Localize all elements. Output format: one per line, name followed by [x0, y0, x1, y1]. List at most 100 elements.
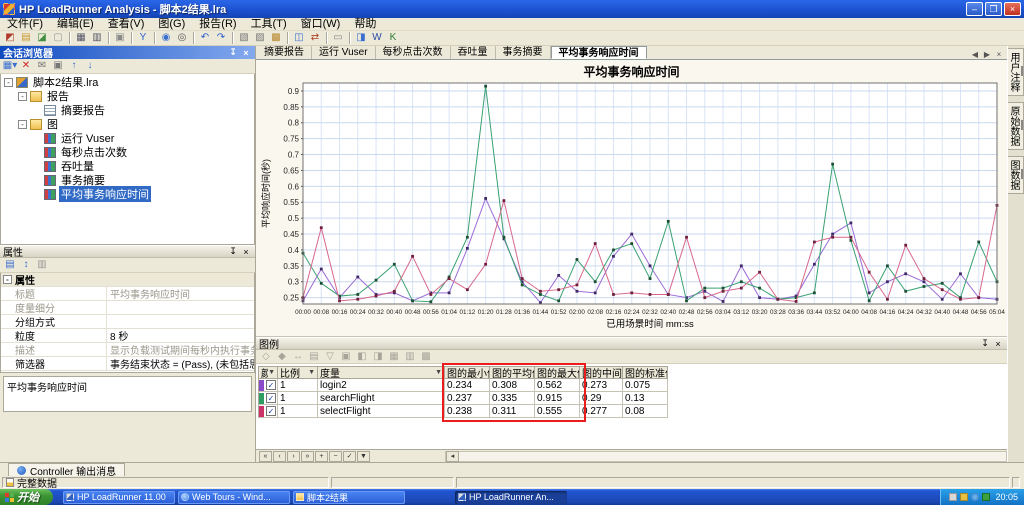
- series-visible-checkbox[interactable]: ✓: [266, 380, 276, 390]
- collapse-icon[interactable]: -: [18, 92, 27, 101]
- update-tray-icon[interactable]: [960, 493, 968, 501]
- tree-item-throughput[interactable]: 吞吐量: [1, 159, 254, 173]
- series-visible-checkbox[interactable]: ✓: [266, 406, 276, 416]
- nav-first-icon[interactable]: «: [259, 451, 272, 462]
- new-item-icon[interactable]: ▦▾: [2, 59, 18, 73]
- filter-icon[interactable]: Y: [135, 31, 151, 45]
- print-preview-icon[interactable]: ▥: [89, 31, 105, 45]
- redo-icon[interactable]: ↷: [213, 31, 229, 45]
- menu-report[interactable]: 报告(R): [192, 18, 243, 31]
- export-word-icon[interactable]: W: [369, 31, 385, 45]
- tab-scroll-right-icon[interactable]: ▶: [981, 50, 993, 59]
- collapse-icon[interactable]: -: [18, 120, 27, 129]
- compare-icon[interactable]: ⇄: [307, 31, 323, 45]
- legend-tool-2[interactable]: ◆: [274, 350, 290, 364]
- legend-tool-8[interactable]: ◨: [370, 350, 386, 364]
- legend-horizontal-scrollbar[interactable]: ◂: [445, 451, 1007, 462]
- tab-summary-report[interactable]: 摘要报告: [257, 46, 312, 59]
- task-web-tours[interactable]: Web Tours - Wind...: [178, 491, 290, 504]
- menu-window[interactable]: 窗口(W): [294, 18, 348, 31]
- auto-correlate-icon[interactable]: ▩: [268, 31, 284, 45]
- close-panel-icon[interactable]: ×: [240, 47, 252, 58]
- print-icon[interactable]: ▦: [73, 31, 89, 45]
- tab-scroll-left-icon[interactable]: ◀: [969, 50, 981, 59]
- nav-prev-icon[interactable]: ‹: [273, 451, 286, 462]
- menu-view[interactable]: 查看(V): [101, 18, 152, 31]
- tab-hits-per-second[interactable]: 每秒点击次数: [376, 46, 451, 59]
- collapse-icon[interactable]: -: [3, 275, 12, 284]
- tab-transaction-summary[interactable]: 事务摘要: [496, 46, 551, 59]
- col-graph-min[interactable]: 图的最小值▼: [445, 366, 490, 379]
- zoom-icon[interactable]: ◎: [174, 31, 190, 45]
- loadrunner-agent-tray-icon[interactable]: [982, 493, 990, 501]
- zoom-web-icon[interactable]: ◉: [158, 31, 174, 45]
- new-page-icon[interactable]: ▭: [330, 31, 346, 45]
- nav-post-icon[interactable]: ✓: [343, 451, 356, 462]
- scroll-left-icon[interactable]: ◂: [446, 451, 459, 462]
- nav-last-icon[interactable]: »: [301, 451, 314, 462]
- legend-row-searchflight[interactable]: ✓ 1 searchFlight 0.237 0.335 0.915 0.29 …: [258, 392, 668, 405]
- col-scale[interactable]: 比例▼: [278, 366, 318, 379]
- tab-running-vuser[interactable]: 运行 Vuser: [312, 46, 376, 59]
- move-down-icon[interactable]: ↓: [82, 59, 98, 73]
- printer-tray-icon[interactable]: [949, 493, 957, 501]
- col-graph-median[interactable]: 图的中间值▼: [580, 366, 623, 379]
- legend-row-login2[interactable]: ✓ 1 login2 0.234 0.308 0.562 0.273 0.075: [258, 379, 668, 392]
- col-graph-avg[interactable]: 图的平均值▼: [490, 366, 535, 379]
- tab-avg-transaction-response-time[interactable]: 平均事务响应时间: [551, 46, 647, 59]
- menu-file[interactable]: 文件(F): [0, 18, 50, 31]
- property-row[interactable]: 描述 显示负载测试期间每秒内执行事务所需的平均...: [1, 343, 254, 357]
- cross-result-icon[interactable]: ▨: [252, 31, 268, 45]
- merge-graphs-icon[interactable]: ▧: [236, 31, 252, 45]
- legend-tool-9[interactable]: ▦: [386, 350, 402, 364]
- task-result-folder[interactable]: 脚本2结果: [293, 491, 405, 504]
- menu-tools[interactable]: 工具(T): [244, 18, 294, 31]
- legend-tool-10[interactable]: ▥: [402, 350, 418, 364]
- start-button[interactable]: 开始: [0, 489, 53, 505]
- save-icon[interactable]: ▢: [50, 31, 66, 45]
- screens-icon[interactable]: ◫: [291, 31, 307, 45]
- tree-item-reports[interactable]: - 报告: [1, 89, 254, 103]
- dropdown-icon[interactable]: ▼: [308, 369, 315, 376]
- tree-item-root[interactable]: - 脚本2结果.lra: [1, 75, 254, 89]
- minimize-button[interactable]: –: [966, 2, 983, 16]
- side-tab-graph-data[interactable]: 图数据: [1008, 156, 1024, 194]
- task-loadrunner-analysis[interactable]: HP LoadRunner An...: [455, 491, 567, 504]
- nav-next-icon[interactable]: ›: [287, 451, 300, 462]
- side-tab-user-notes[interactable]: 用户注释: [1008, 48, 1024, 96]
- legend-tool-4[interactable]: ▤: [306, 350, 322, 364]
- tab-throughput[interactable]: 吞吐量: [451, 46, 496, 59]
- close-panel-icon[interactable]: ×: [992, 338, 1004, 349]
- open-session-icon[interactable]: ▤: [18, 31, 34, 45]
- export-html-icon[interactable]: ◨: [353, 31, 369, 45]
- undo-icon[interactable]: ↶: [197, 31, 213, 45]
- col-graph-max[interactable]: 图的最大值▼: [535, 366, 580, 379]
- nav-delete-icon[interactable]: −: [329, 451, 342, 462]
- tree-item-graphs[interactable]: - 图: [1, 117, 254, 131]
- col-graph-stddev[interactable]: 图的标准偏▼: [623, 366, 668, 379]
- collapse-icon[interactable]: -: [4, 78, 13, 87]
- move-up-icon[interactable]: ↑: [66, 59, 82, 73]
- dropdown-icon[interactable]: ▼: [435, 369, 442, 376]
- col-color[interactable]: 颜色▼: [258, 366, 278, 379]
- add-graph-icon[interactable]: ◪: [34, 31, 50, 45]
- legend-tool-1[interactable]: ◇: [258, 350, 274, 364]
- legend-tool-3[interactable]: ↔: [290, 350, 306, 364]
- property-row[interactable]: 筛选器 事务结束状态 = (Pass), (未包括思考时间): [1, 357, 254, 371]
- menu-help[interactable]: 帮助: [347, 18, 383, 31]
- tree-item-hits-per-second[interactable]: 每秒点击次数: [1, 145, 254, 159]
- network-tray-icon[interactable]: [971, 493, 979, 501]
- property-row[interactable]: 标题 平均事务响应时间: [1, 287, 254, 301]
- menu-graph[interactable]: 图(G): [151, 18, 192, 31]
- tree-item-transaction-summary[interactable]: 事务摘要: [1, 173, 254, 187]
- categorized-icon[interactable]: ▤: [2, 258, 18, 272]
- export-excel-icon[interactable]: K: [385, 31, 401, 45]
- mail-icon[interactable]: ✉: [34, 59, 50, 73]
- tab-close-icon[interactable]: ×: [993, 50, 1005, 59]
- col-measurement[interactable]: 度量▼: [318, 366, 445, 379]
- nav-filter-icon[interactable]: ▼: [357, 451, 370, 462]
- copy-icon[interactable]: ▣: [112, 31, 128, 45]
- menu-edit[interactable]: 编辑(E): [50, 18, 101, 31]
- tree-item-summary-report[interactable]: 摘要报告: [1, 103, 254, 117]
- nav-insert-icon[interactable]: +: [315, 451, 328, 462]
